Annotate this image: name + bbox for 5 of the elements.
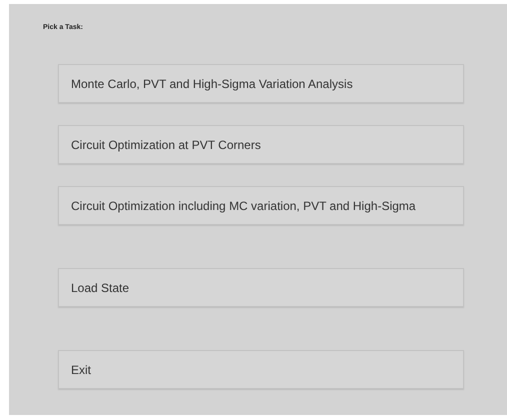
action-button[interactable]: Exit [58, 350, 464, 389]
task-button[interactable]: Circuit Optimization at PVT Corners [58, 125, 464, 164]
task-button[interactable]: Circuit Optimization including MC variation, PVT and High-Sigma [58, 186, 464, 225]
action-button[interactable]: Load State [58, 268, 464, 307]
task-button[interactable]: Monte Carlo, PVT and High-Sigma Variation Analysis [58, 64, 464, 103]
